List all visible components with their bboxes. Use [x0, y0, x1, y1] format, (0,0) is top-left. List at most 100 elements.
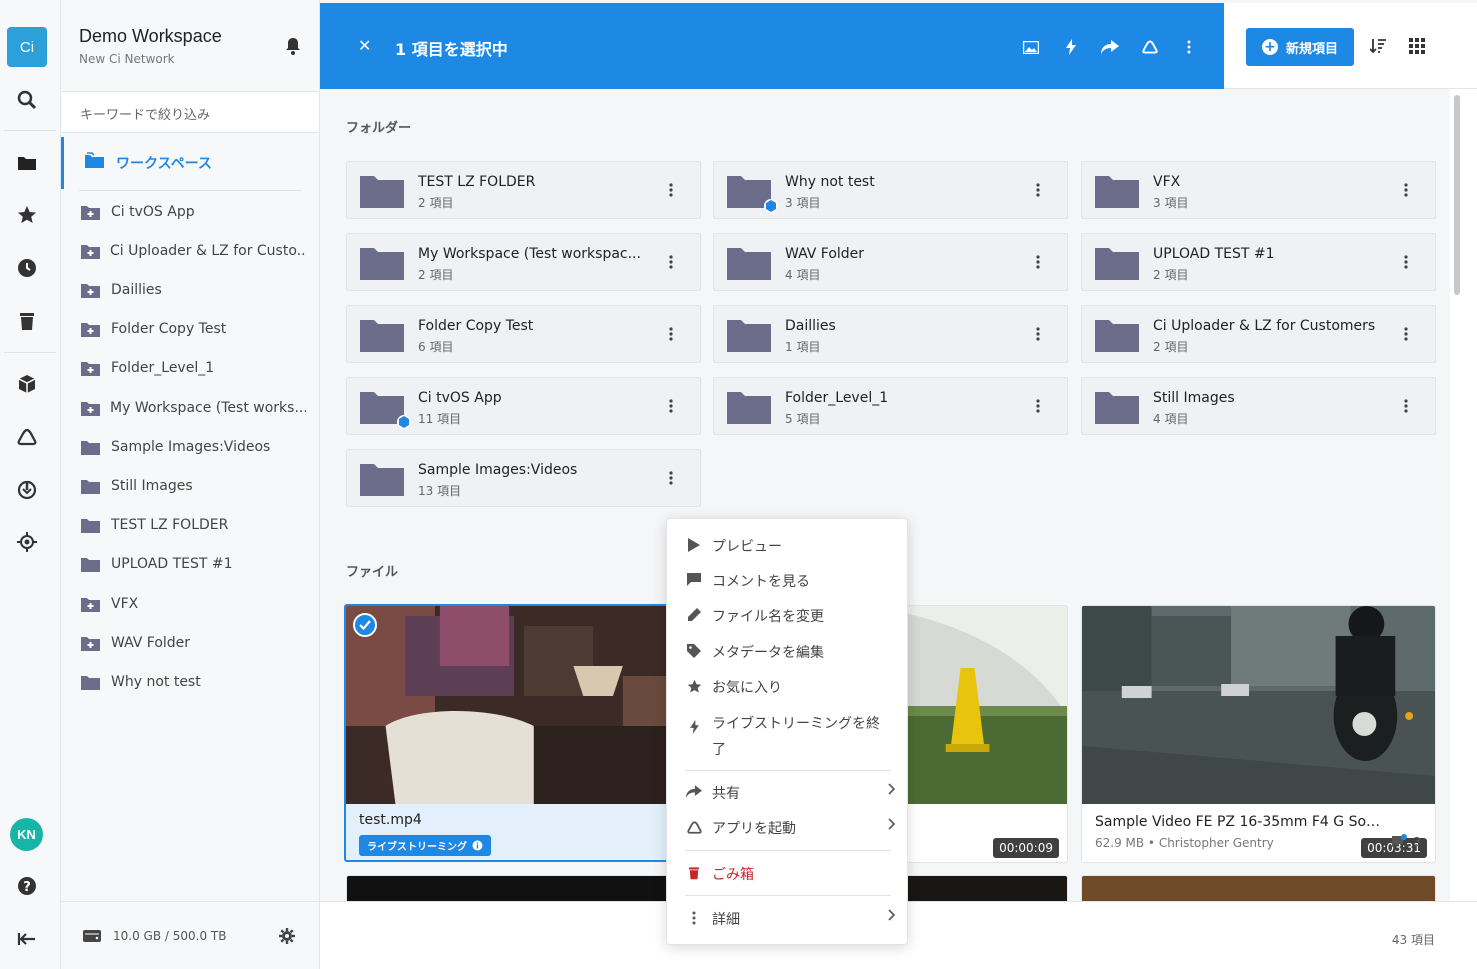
menu-item-trash[interactable]: ごみ箱 [685, 864, 895, 884]
live-streaming-badge[interactable]: ライブストリーミング [359, 835, 491, 856]
files-section-label: ファイル [346, 565, 399, 580]
location-target-icon[interactable] [14, 529, 40, 555]
apps-triangle-icon[interactable] [14, 424, 40, 450]
more-vertical-icon[interactable] [1404, 182, 1408, 201]
gear-icon[interactable] [279, 928, 295, 947]
help-icon[interactable]: ? [14, 873, 40, 899]
scrollbar-thumb[interactable] [1454, 95, 1460, 295]
menu-item-favorite[interactable]: お気に入り [685, 677, 895, 697]
more-vertical-icon[interactable] [1404, 398, 1408, 417]
sidebar-item[interactable]: Sample Images:Videos [81, 435, 306, 459]
file-card[interactable] [346, 875, 701, 901]
sidebar-item[interactable]: TEST LZ FOLDER [81, 513, 306, 537]
selection-title: 1 項目を選択中 [395, 40, 508, 59]
sidebar-item[interactable]: UPLOAD TEST #1 [81, 552, 306, 576]
cube-icon[interactable] [14, 371, 40, 397]
folder-card[interactable]: VFX 3 項目 [1081, 161, 1436, 219]
bell-icon[interactable] [285, 37, 301, 59]
apps-triangle-icon [685, 818, 703, 835]
close-selection-icon[interactable]: ✕ [358, 36, 371, 55]
more-vertical-icon[interactable] [669, 470, 673, 489]
comment-count[interactable]: 3 [1391, 834, 1421, 849]
sidebar-item-label: TEST LZ FOLDER [111, 517, 229, 533]
file-card[interactable]: 00:03:31 Sample Video FE PZ 16-35mm F4 G… [1081, 605, 1436, 863]
app-logo[interactable]: Ci [7, 27, 47, 67]
sort-icon[interactable] [1369, 38, 1386, 58]
folder-card[interactable]: Daillies 1 項目 [713, 305, 1068, 363]
folder-card[interactable]: UPLOAD TEST #1 2 項目 [1081, 233, 1436, 291]
filter-input[interactable]: キーワードで絞り込み [62, 91, 319, 133]
folder-icon [360, 318, 404, 356]
more-vertical-icon[interactable] [1036, 326, 1040, 345]
sidebar-item[interactable]: WAV Folder [81, 631, 306, 655]
menu-item-preview[interactable]: プレビュー [685, 536, 895, 556]
sidebar-item-workspace[interactable]: ワークスペース [61, 137, 319, 189]
new-item-button[interactable]: + 新規項目 [1246, 28, 1354, 66]
folder-card[interactable]: Still Images 4 項目 [1081, 377, 1436, 435]
folder-card[interactable]: Why not test 3 項目 [713, 161, 1068, 219]
menu-item-share[interactable]: 共有 [685, 783, 896, 803]
folder-card[interactable]: Sample Images:Videos 13 項目 [346, 449, 701, 507]
folder-card[interactable]: Folder_Level_1 5 項目 [713, 377, 1068, 435]
lightning-icon [685, 711, 703, 734]
play-icon [685, 536, 703, 552]
menu-item-edit-metadata[interactable]: メタデータを編集 [685, 642, 895, 662]
more-vertical-icon[interactable] [1404, 254, 1408, 273]
workspace-title[interactable]: Demo Workspace [79, 26, 222, 47]
sidebar-item[interactable]: Why not test [81, 670, 306, 694]
star-icon[interactable] [14, 202, 40, 228]
more-vertical-icon[interactable] [1036, 254, 1040, 273]
apps-triangle-icon[interactable] [1139, 36, 1161, 58]
menu-item-comments[interactable]: コメントを見る [685, 571, 895, 591]
folder-icon [81, 479, 101, 494]
collapse-sidebar-icon[interactable] [14, 926, 40, 952]
folder-card[interactable]: Ci tvOS App 11 項目 [346, 377, 701, 435]
video-thumbnail [346, 606, 697, 804]
sidebar-item[interactable]: Folder Copy Test [81, 317, 306, 341]
image-icon[interactable] [1020, 36, 1042, 58]
search-icon[interactable] [14, 87, 40, 113]
more-vertical-icon[interactable] [669, 182, 673, 201]
folder-card[interactable]: My Workspace (Test workspac... 2 項目 [346, 233, 701, 291]
lightning-icon[interactable] [1060, 36, 1082, 58]
clock-icon[interactable] [14, 255, 40, 281]
sidebar-item[interactable]: VFX [81, 592, 306, 616]
folder-icon[interactable] [14, 150, 40, 176]
more-vertical-icon[interactable] [669, 254, 673, 273]
sidebar-item[interactable]: Ci tvOS App [81, 200, 306, 224]
more-vertical-icon[interactable] [669, 326, 673, 345]
menu-item-end-live-streaming[interactable]: ライブストリーミングを終 了 [685, 711, 895, 763]
power-icon[interactable] [14, 476, 40, 502]
folder-icon [360, 174, 404, 212]
more-vertical-icon[interactable] [1178, 36, 1200, 58]
more-vertical-icon[interactable] [1404, 326, 1408, 345]
menu-item-launch-app[interactable]: アプリを起動 [685, 818, 896, 838]
file-card[interactable] [1081, 875, 1436, 901]
grid-view-icon[interactable] [1409, 38, 1425, 58]
sidebar-item[interactable]: Still Images [81, 474, 306, 498]
folder-icon [1095, 318, 1139, 356]
share-icon[interactable] [1099, 36, 1121, 58]
selected-check-icon[interactable] [353, 613, 377, 637]
sidebar-item-label: Folder_Level_1 [111, 360, 215, 376]
folder-card[interactable]: TEST LZ FOLDER 2 項目 [346, 161, 701, 219]
sidebar-item[interactable]: Folder_Level_1 [81, 356, 306, 380]
folder-icon [727, 390, 771, 428]
trash-icon[interactable] [14, 308, 40, 334]
folder-card[interactable]: Ci Uploader & LZ for Customers 2 項目 [1081, 305, 1436, 363]
sidebar-item[interactable]: Ci Uploader & LZ for Custo... [81, 239, 306, 263]
file-card[interactable]: test.mp4 ライブストリーミング [344, 604, 699, 862]
more-vertical-icon[interactable] [1036, 182, 1040, 201]
folder-card[interactable]: WAV Folder 4 項目 [713, 233, 1068, 291]
more-vertical-icon[interactable] [1036, 398, 1040, 417]
sidebar-item[interactable]: My Workspace (Test works... [81, 396, 306, 420]
user-avatar[interactable]: KN [10, 818, 43, 851]
menu-item-details[interactable]: 詳細 [685, 909, 896, 929]
menu-item-rename[interactable]: ファイル名を変更 [685, 606, 895, 626]
more-vertical-icon[interactable] [669, 398, 673, 417]
sidebar-item[interactable]: Daillies [81, 278, 306, 302]
folder-icon [1095, 390, 1139, 428]
folder-card[interactable]: Folder Copy Test 6 項目 [346, 305, 701, 363]
more-vertical-icon [685, 909, 703, 925]
scrollbar[interactable] [1450, 89, 1477, 901]
